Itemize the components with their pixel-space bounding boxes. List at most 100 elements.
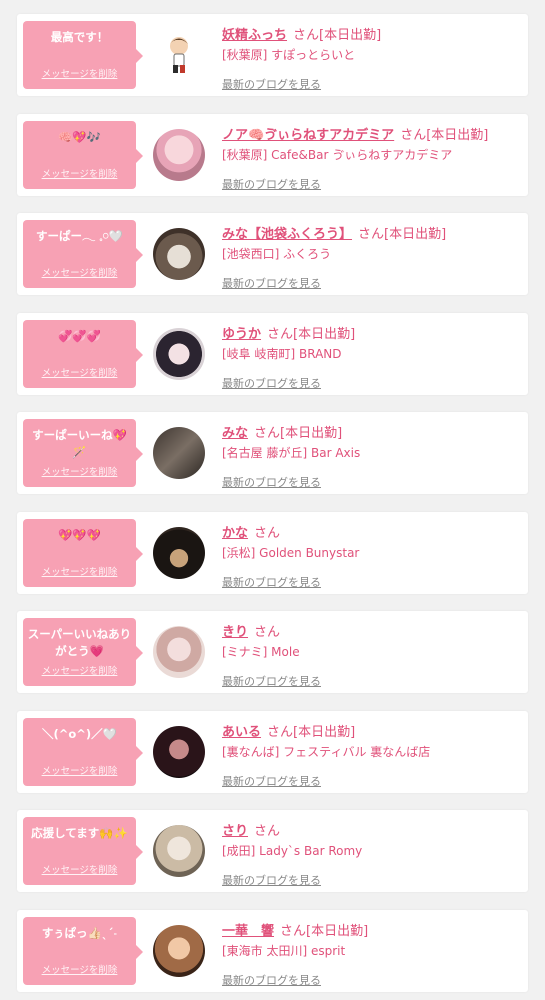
chibi-character-icon [153, 37, 205, 81]
user-name-link[interactable]: みな【池袋ふくろう】 [222, 227, 352, 242]
delete-message-link[interactable]: メッセージを削除 [23, 862, 136, 876]
message-text: 💞💞💞 [58, 328, 101, 343]
notification-card: 💞💞💞 メッセージを削除 ゆうか さん[本日出勤] [岐阜 岐南町] BRAND … [17, 312, 528, 395]
user-info: さり さん [成田] Lady`s Bar Romy 最新のブログを見る [222, 820, 522, 888]
message-bubble: 💖💖💖 メッセージを削除 [23, 518, 143, 587]
honorific: さん [254, 426, 281, 441]
status-badge: [本日出勤] [426, 127, 489, 143]
honorific: さん [254, 625, 281, 640]
user-name-link[interactable]: 妖精ふっち [222, 28, 287, 43]
user-name-link[interactable]: ノア🧠ゔぃらねすアカデミア [222, 128, 394, 143]
latest-blog-link[interactable]: 最新のブログを見る [222, 773, 522, 789]
latest-blog-link[interactable]: 最新のブログを見る [222, 76, 522, 92]
latest-blog-link[interactable]: 最新のブログを見る [222, 176, 522, 192]
delete-message-link[interactable]: メッセージを削除 [23, 763, 136, 777]
avatar[interactable] [153, 526, 205, 579]
status-badge: [本日出勤] [293, 724, 356, 740]
user-info: 妖精ふっち さん[本日出勤] [秋葉原] すぽっとらいと 最新のブログを見る [222, 24, 522, 92]
status-badge: [本日出勤] [319, 28, 382, 43]
avatar[interactable] [153, 427, 205, 479]
avatar[interactable] [153, 29, 205, 81]
notification-card: 🧠💖🎶 メッセージを削除 ノア🧠ゔぃらねすアカデミア さん[本日出勤] [秋葉原]… [17, 113, 528, 196]
latest-blog-link[interactable]: 最新のブログを見る [222, 375, 522, 391]
message-bubble: すーぱー𓂃 𓈒𓏸🤍 メッセージを削除 [23, 220, 143, 288]
notification-card: 応援してます🙌✨ メッセージを削除 さり さん [成田] Lady`s Bar R… [17, 810, 528, 892]
user-info: ノア🧠ゔぃらねすアカデミア さん[本日出勤] [秋葉原] Cafe&Bar ゔぃら… [222, 124, 522, 192]
status-badge: [本日出勤] [306, 923, 369, 939]
message-text: 🧠💖🎶 [58, 129, 101, 144]
message-text: すぅぱっ👍🏻ˎˊ˗ [41, 925, 118, 940]
latest-blog-link[interactable]: 最新のブログを見る [222, 673, 522, 689]
honorific: さん [267, 326, 294, 342]
delete-message-link[interactable]: メッセージを削除 [23, 464, 136, 478]
honorific: さん [358, 227, 385, 242]
user-name-link[interactable]: ゆうか [222, 327, 261, 342]
delete-message-link[interactable]: メッセージを削除 [23, 265, 136, 279]
status-badge: [本日出勤] [293, 326, 356, 342]
shop-label: [ミナミ] Mole [222, 645, 300, 659]
avatar[interactable] [153, 327, 205, 380]
user-info: あいる さん[本日出勤] [裏なんば] フェスティバル 裏なんば店 最新のブログを… [222, 721, 522, 789]
user-info: みな さん[本日出勤] [名古屋 藤が丘] Bar Axis 最新のブログを見る [222, 422, 522, 490]
shop-label: [裏なんば] フェスティバル 裏なんば店 [222, 744, 431, 759]
status-badge: [本日出勤] [384, 227, 447, 242]
shop-label: [岐阜 岐南町] BRAND [222, 346, 342, 361]
status-badge: [本日出勤] [280, 426, 343, 441]
honorific: さん [254, 824, 281, 839]
shop-label: [浜松] Golden Bunystar [222, 545, 360, 560]
user-name-link[interactable]: 一華 響 [222, 924, 274, 939]
user-name-link[interactable]: さり [222, 824, 248, 839]
shop-label: [池袋西口] ふくろう [222, 247, 332, 261]
honorific: さん [267, 724, 294, 740]
delete-message-link[interactable]: メッセージを削除 [23, 663, 136, 677]
message-bubble: 🧠💖🎶 メッセージを削除 [23, 120, 143, 189]
latest-blog-link[interactable]: 最新のブログを見る [222, 872, 522, 888]
avatar[interactable] [153, 825, 205, 877]
latest-blog-link[interactable]: 最新のブログを見る [222, 474, 522, 490]
message-text: スーパーいいねありがとう💗 [27, 627, 132, 658]
avatar[interactable] [153, 924, 205, 977]
avatar[interactable] [153, 725, 205, 778]
message-bubble: すーぱーいーね💖🪄 メッセージを削除 [23, 419, 143, 487]
user-info: ゆうか さん[本日出勤] [岐阜 岐南町] BRAND 最新のブログを見る [222, 323, 522, 391]
message-bubble: すぅぱっ👍🏻ˎˊ˗ メッセージを削除 [23, 916, 143, 985]
delete-message-link[interactable]: メッセージを削除 [23, 564, 136, 578]
shop-label: [秋葉原] Cafe&Bar ゔぃらねすアカデミア [222, 147, 453, 162]
honorific: さん [293, 28, 320, 43]
delete-message-link[interactable]: メッセージを削除 [23, 962, 136, 976]
message-text: 💖💖💖 [58, 527, 101, 542]
message-text: すーぱー𓂃 𓈒𓏸🤍 [35, 229, 124, 243]
notification-card: 💖💖💖 メッセージを削除 かな さん [浜松] Golden Bunystar 最… [17, 511, 528, 594]
honorific: さん [400, 127, 427, 143]
notification-card: すぅぱっ👍🏻ˎˊ˗ メッセージを削除 一華 響さん[本日出勤] [東海市 太田川… [17, 909, 528, 992]
user-info: かな さん [浜松] Golden Bunystar 最新のブログを見る [222, 522, 522, 590]
avatar[interactable] [153, 626, 205, 678]
message-bubble: ＼(^o^)／🤍 メッセージを削除 [23, 717, 143, 786]
shop-label: [秋葉原] すぽっとらいと [222, 48, 356, 62]
user-info: きり さん [ミナミ] Mole 最新のブログを見る [222, 621, 522, 689]
latest-blog-link[interactable]: 最新のブログを見る [222, 574, 522, 590]
user-info: 一華 響さん[本日出勤] [東海市 太田川] esprit 最新のブログを見る [222, 920, 522, 988]
message-bubble: スーパーいいねありがとう💗 メッセージを削除 [23, 618, 143, 686]
avatar[interactable] [153, 128, 205, 181]
delete-message-link[interactable]: メッセージを削除 [23, 66, 136, 80]
message-text: 応援してます🙌✨ [31, 826, 128, 840]
message-text: 最高です！ [50, 30, 109, 44]
avatar[interactable] [153, 228, 205, 280]
user-info: みな【池袋ふくろう】 さん[本日出勤] [池袋西口] ふくろう 最新のブログを見る [222, 223, 522, 291]
user-name-link[interactable]: あいる [222, 725, 261, 740]
delete-message-link[interactable]: メッセージを削除 [23, 166, 136, 180]
user-name-link[interactable]: かな [222, 526, 248, 541]
message-text: ＼(^o^)／🤍 [41, 726, 117, 741]
notification-card: 最高です！ メッセージを削除 妖精ふっち さん[本日出勤] [秋葉原] すぽっとら… [17, 14, 528, 96]
honorific: さん [254, 525, 281, 541]
message-bubble: 💞💞💞 メッセージを削除 [23, 319, 143, 388]
notification-card: すーぱーいーね💖🪄 メッセージを削除 みな さん[本日出勤] [名古屋 藤が丘] … [17, 412, 528, 494]
message-text: すーぱーいーね💖🪄 [32, 428, 127, 459]
user-name-link[interactable]: きり [222, 625, 248, 640]
shop-label: [東海市 太田川] esprit [222, 943, 346, 958]
latest-blog-link[interactable]: 最新のブログを見る [222, 972, 522, 988]
latest-blog-link[interactable]: 最新のブログを見る [222, 275, 522, 291]
user-name-link[interactable]: みな [222, 426, 248, 441]
delete-message-link[interactable]: メッセージを削除 [23, 365, 136, 379]
